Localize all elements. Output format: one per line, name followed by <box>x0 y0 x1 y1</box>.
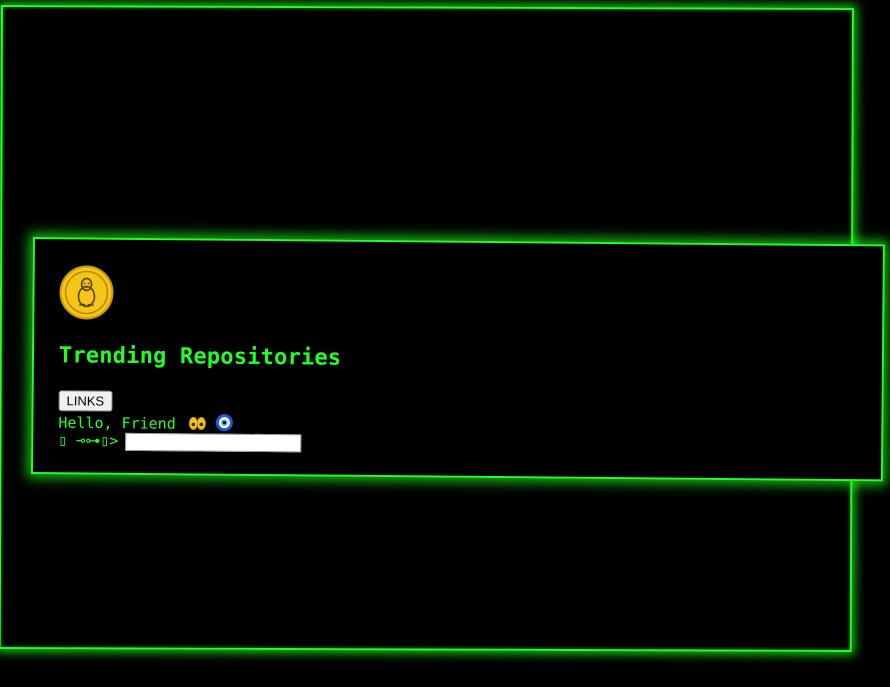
main-panel: Trending Repositories LINKS Hello, Frien… <box>30 237 885 482</box>
nazar-amulet-icon <box>216 414 234 432</box>
tux-penguin-icon <box>59 265 114 320</box>
eyes-icon <box>189 416 207 430</box>
command-input[interactable] <box>125 432 302 453</box>
links-button[interactable]: LINKS <box>58 390 113 412</box>
command-prompt: ▯ ⊸⊶▯> <box>58 431 119 450</box>
greeting-text: Hello, Friend <box>58 413 176 433</box>
page-title: Trending Repositories <box>58 343 342 371</box>
greeting-emojis <box>189 413 234 435</box>
